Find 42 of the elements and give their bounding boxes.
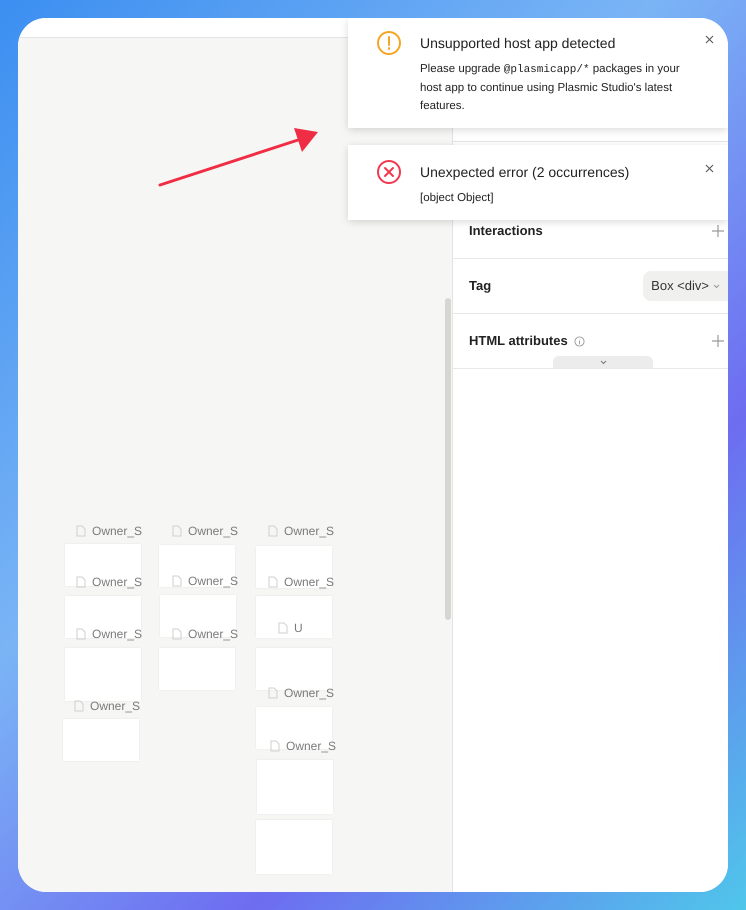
file-icon bbox=[270, 740, 280, 752]
frame-label[interactable]: Owner_S bbox=[284, 684, 334, 702]
frame-label[interactable]: U bbox=[294, 619, 303, 637]
toast-message: [object Object] bbox=[420, 191, 495, 206]
frame-label[interactable]: Owner_S bbox=[92, 573, 142, 591]
file-icon bbox=[268, 687, 278, 699]
frame-label[interactable]: Owner_S bbox=[92, 522, 142, 540]
plus-icon[interactable] bbox=[712, 335, 724, 347]
file-icon bbox=[172, 525, 182, 537]
frame-label[interactable]: Owner_S bbox=[188, 572, 238, 590]
toast-message: Please upgrade @plasmicapp/* packages in your host app to continue using Plasmic Studio's latest features. bbox=[420, 62, 681, 114]
error-x-icon bbox=[376, 159, 402, 185]
exclamation-icon bbox=[376, 30, 402, 56]
frame[interactable] bbox=[256, 546, 332, 588]
toast-title: Unexpected error (2 occurrences) bbox=[420, 163, 630, 182]
tag-select[interactable]: Box <div> bbox=[643, 271, 728, 301]
section-title: HTML attributes bbox=[469, 332, 568, 350]
close-icon[interactable] bbox=[705, 35, 714, 44]
file-icon bbox=[268, 576, 278, 588]
frame-label[interactable]: Owner_S bbox=[188, 522, 238, 540]
frame-label[interactable]: Owner_S bbox=[90, 697, 140, 715]
close-icon[interactable] bbox=[705, 164, 714, 173]
file-icon bbox=[278, 622, 288, 634]
chevron-down-icon bbox=[713, 284, 720, 288]
frame-label[interactable]: Owner_S bbox=[188, 625, 238, 643]
file-icon bbox=[74, 700, 84, 712]
section-title: Tag bbox=[469, 277, 492, 296]
chevron-down-icon bbox=[600, 360, 606, 364]
frame-label[interactable]: Owner_S bbox=[286, 737, 336, 755]
file-icon bbox=[172, 575, 182, 587]
file-icon bbox=[76, 525, 86, 537]
toast-title: Unsupported host app detected bbox=[420, 34, 616, 53]
info-icon bbox=[574, 336, 585, 346]
frame-label[interactable]: Owner_S bbox=[284, 573, 334, 591]
file-icon bbox=[268, 525, 278, 537]
frame-label[interactable]: Owner_S bbox=[92, 625, 142, 643]
frame-label[interactable]: Owner_S bbox=[284, 522, 334, 540]
section-title: Interactions bbox=[469, 222, 543, 240]
file-icon bbox=[76, 576, 86, 588]
file-icon bbox=[172, 628, 182, 640]
file-icon bbox=[76, 628, 86, 640]
plus-icon[interactable] bbox=[712, 225, 724, 237]
